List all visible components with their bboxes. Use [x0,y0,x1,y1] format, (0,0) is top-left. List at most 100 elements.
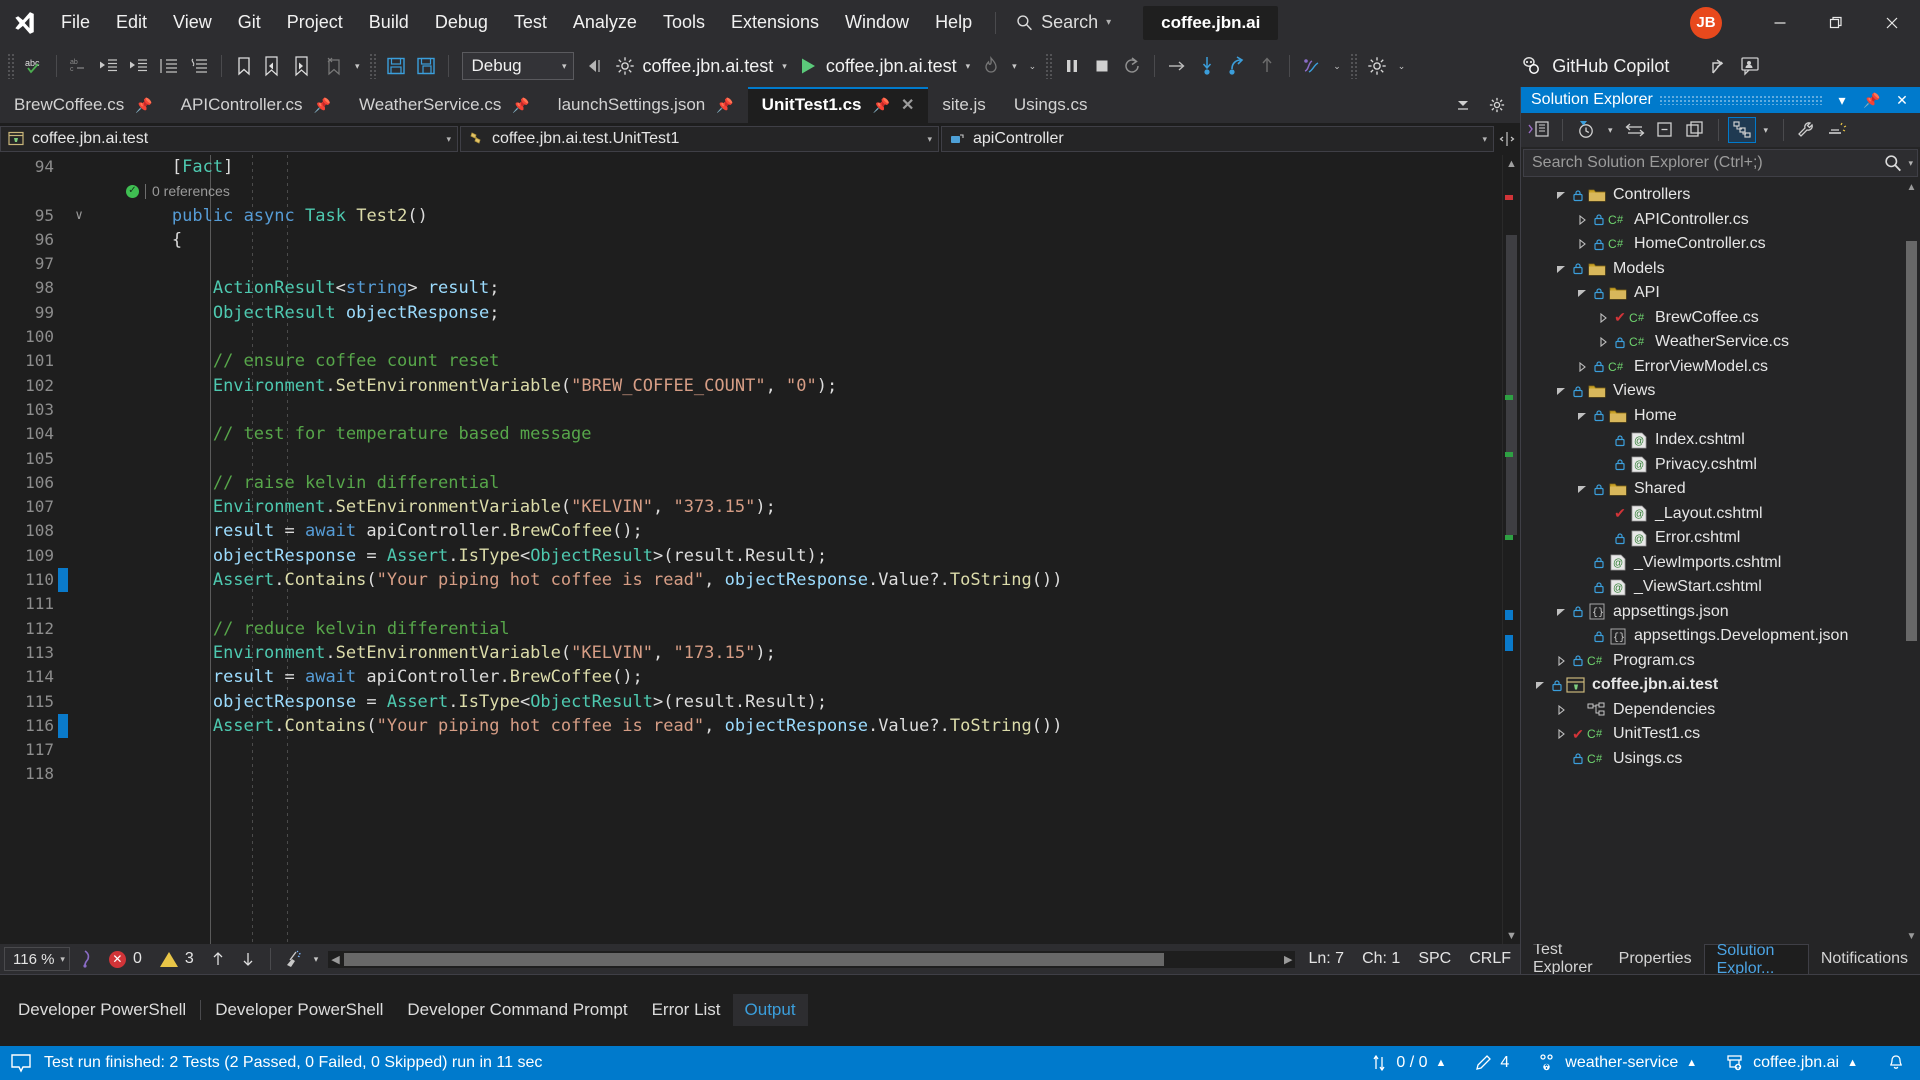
pending-changes-filter-button[interactable] [1572,117,1600,143]
code-line[interactable]: 99 ObjectResult objectResponse; [0,301,1502,325]
menu-file[interactable]: File [48,0,103,45]
diagnostics-button[interactable] [1297,49,1327,83]
tab-usings-cs[interactable]: Usings.cs [1000,87,1102,123]
increase-indent-button[interactable] [124,49,154,83]
show-all-files-button[interactable] [1681,117,1709,143]
tab-site-js[interactable]: site.js [928,87,999,123]
step-up-button[interactable] [1252,49,1282,83]
tree-item[interactable]: C # HomeController.cs [1521,232,1920,257]
diagnostics-caret[interactable]: ⌄ [1327,61,1347,72]
spellcheck-button[interactable]: abc [19,49,49,83]
menu-edit[interactable]: Edit [103,0,160,45]
previous-issue-button[interactable] [203,942,233,976]
twisty-expanded-icon[interactable] [1531,680,1549,690]
tree-item[interactable]: C # Program.cs [1521,649,1920,674]
intellicode-button[interactable] [70,942,100,976]
solution-explorer-search[interactable]: ▾ [1523,149,1918,177]
code-line[interactable]: 115 objectResponse = Assert.IsType<Objec… [0,690,1502,714]
view-class-diagram-button[interactable] [1727,117,1756,143]
twisty-expanded-icon[interactable] [1552,264,1570,274]
navbar-type-combo[interactable]: coffee.jbn.ai.test.UnitTest1 ▾ [460,126,939,152]
tab-properties[interactable]: Properties [1607,944,1704,974]
tree-item[interactable]: {} appsettings.Development.json [1521,624,1920,649]
toolbar-settings-button[interactable] [1362,49,1392,83]
toolbar-grip-3[interactable] [1045,53,1055,79]
code-line[interactable]: 118 [0,762,1502,786]
code-line[interactable]: 113 Environment.SetEnvironmentVariable("… [0,641,1502,665]
save-all-button[interactable] [411,49,441,83]
tab-developer-command-prompt[interactable]: Developer Command Prompt [395,994,639,1026]
code-line[interactable]: 94 [Fact] [0,155,1502,179]
menu-project[interactable]: Project [274,0,356,45]
tree-item[interactable]: Views [1521,379,1920,404]
tree-item[interactable]: Controllers [1521,183,1920,208]
menu-build[interactable]: Build [356,0,422,45]
twisty-expanded-icon[interactable] [1552,190,1570,200]
menu-analyze[interactable]: Analyze [560,0,650,45]
twisty-collapsed-icon[interactable] [1573,239,1591,250]
save-button[interactable] [381,49,411,83]
code-line[interactable]: 98 ActionResult<string> result; [0,276,1502,300]
close-icon[interactable]: ✕ [901,95,914,115]
navbar-project-combo[interactable]: coffee.jbn.ai.test ▾ [0,126,458,152]
search-options-caret-icon[interactable]: ▾ [1902,158,1913,169]
tab-developer-powershell-1[interactable]: Developer PowerShell [6,994,198,1026]
scrollbar-thumb[interactable] [1506,235,1517,535]
next-bookmark-button[interactable] [289,49,319,83]
tree-item[interactable]: Shared [1521,477,1920,502]
sync-with-active-document-button[interactable] [1621,117,1649,143]
share-button[interactable] [1705,49,1735,83]
indentation-indicator[interactable]: SPC [1409,950,1460,968]
code-line[interactable]: 107 Environment.SetEnvironmentVariable("… [0,495,1502,519]
step-into-button[interactable] [1192,49,1222,83]
word-wrap-button[interactable]: ab c [64,49,94,83]
break-all-button[interactable] [1057,49,1087,83]
avatar[interactable]: JB [1690,6,1722,39]
code-line[interactable]: 97 [0,252,1502,276]
stop-debugging-button[interactable] [1087,49,1117,83]
error-count[interactable]: ✕ 0 [100,950,151,968]
chevron-down-icon[interactable]: ▾ [562,61,567,72]
step-out-button[interactable] [1222,49,1252,83]
pin-icon[interactable]: 📌 [1860,92,1884,109]
search-input[interactable]: Search ▾ [1006,8,1121,38]
feedback-button[interactable] [1735,49,1765,83]
toolbar-grip-2[interactable] [368,53,378,79]
step-over-button[interactable] [1162,49,1192,83]
run-target-label[interactable]: coffee.jbn.ai.test [823,56,960,77]
panel-drag-handle[interactable] [1658,95,1824,105]
twisty-collapsed-icon[interactable] [1573,214,1591,225]
search-icon[interactable] [1884,154,1902,172]
decrease-indent-button[interactable] [94,49,124,83]
menu-window[interactable]: Window [832,0,922,45]
close-icon[interactable]: ✕ [1890,92,1914,109]
code-view-button[interactable] [1525,117,1553,143]
solution-tree-scrollbar[interactable]: ▲ ▼ [1903,179,1920,944]
code-line[interactable]: 110 Assert.Contains("Your piping hot cof… [0,568,1502,593]
navbar-member-combo[interactable]: apiController ▾ [941,126,1494,152]
preview-selected-items-button[interactable] [1823,117,1851,143]
chevron-down-icon[interactable]: ▾ [438,134,451,145]
run-target-caret[interactable]: ▾ [960,61,977,72]
repository[interactable]: coffee.jbn.ai ▲ [1711,1046,1872,1080]
tab-error-list[interactable]: Error List [640,994,733,1026]
tree-item[interactable]: @ Index.cshtml [1521,428,1920,453]
twisty-collapsed-icon[interactable] [1594,312,1612,323]
codelens-references[interactable]: 0 references [90,179,1502,203]
tab-weatherservice-cs[interactable]: WeatherService.cs 📌 [345,87,544,123]
toolbar-grip[interactable] [7,53,16,79]
tree-item[interactable]: API [1521,281,1920,306]
tree-item[interactable]: C # Usings.cs [1521,747,1920,772]
code-line[interactable]: 0 references [0,179,1502,203]
minimize-button[interactable] [1752,0,1808,45]
github-copilot-button[interactable]: GitHub Copilot [1519,54,1669,78]
tree-item[interactable]: @ Privacy.cshtml [1521,453,1920,478]
twisty-expanded-icon[interactable] [1573,288,1591,298]
class-diagram-caret[interactable]: ▾ [1758,125,1775,136]
collapse-all-button[interactable] [1651,117,1679,143]
tab-unittest1-cs[interactable]: UnitTest1.cs 📌 ✕ [747,87,929,123]
tree-item[interactable]: Home [1521,404,1920,429]
code-line[interactable]: 114 result = await apiController.BrewCof… [0,665,1502,689]
toolbar-settings-caret[interactable]: ⌄ [1392,61,1412,72]
start-debugging-button[interactable] [793,49,823,83]
